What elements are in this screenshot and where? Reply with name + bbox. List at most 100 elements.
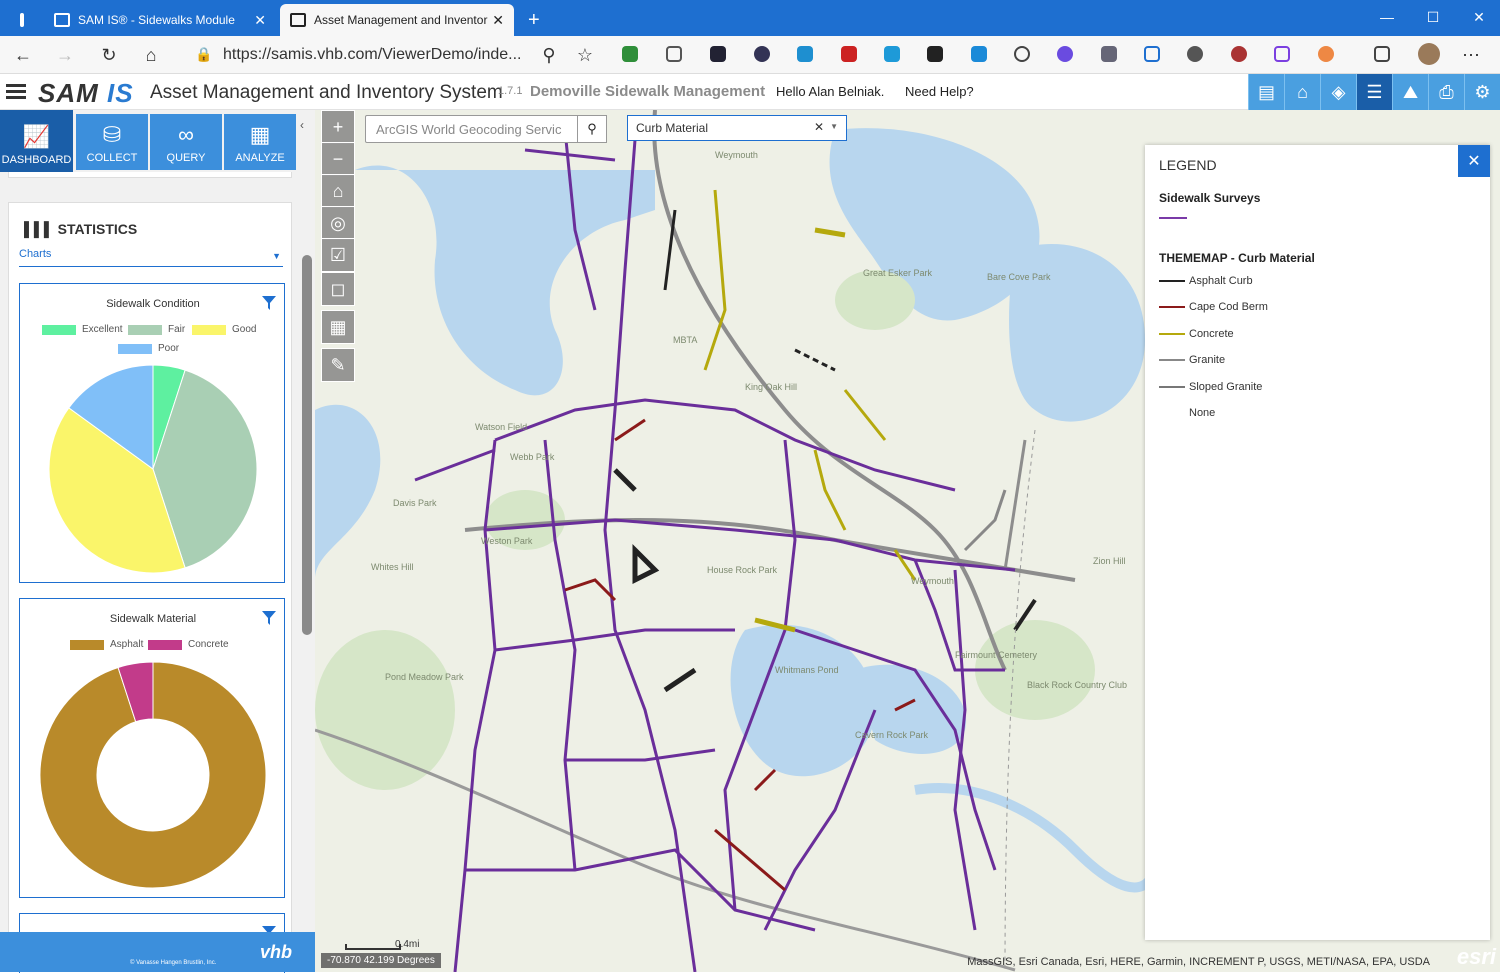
hamburger-menu-icon[interactable]: [6, 84, 26, 100]
lock-icon: 🔒: [195, 46, 213, 62]
map-label: House Rock Park: [707, 565, 778, 575]
extension-icon[interactable]: [884, 46, 900, 62]
map-label: Weymouth: [715, 150, 758, 160]
extension-icon[interactable]: [710, 46, 726, 62]
forward-icon[interactable]: →: [52, 43, 78, 67]
legend-item[interactable]: Asphalt: [70, 639, 143, 650]
extension-icon[interactable]: [1057, 46, 1073, 62]
legend-list-icon[interactable]: ☰: [1356, 74, 1392, 110]
app-version: 1.7.1: [498, 85, 523, 97]
zoom-in-button[interactable]: +: [321, 110, 355, 144]
charts-select[interactable]: Charts ▼: [19, 245, 283, 267]
app-subtitle: Demoville Sidewalk Management: [530, 83, 766, 100]
map-label: King Oak Hill: [745, 382, 798, 392]
extension-icon[interactable]: [1014, 46, 1030, 62]
print-icon[interactable]: ⎙: [1428, 74, 1464, 110]
extension-icon[interactable]: [1231, 46, 1247, 62]
map-attribution: MassGIS, Esri Canada, Esri, HERE, Garmin…: [967, 956, 1430, 968]
legend-item[interactable]: Poor: [118, 343, 179, 354]
extension-layers-icon[interactable]: [927, 46, 943, 62]
collections-icon[interactable]: [1374, 46, 1390, 62]
zoom-out-button[interactable]: −: [321, 142, 355, 176]
report-icon[interactable]: ▤: [1248, 74, 1284, 110]
collapse-panel-icon[interactable]: ‹: [300, 118, 304, 132]
tab-asset-management[interactable]: Asset Management and Inventor ✕: [280, 4, 514, 36]
close-icon[interactable]: ✕: [1458, 145, 1490, 177]
tab-label: SAM IS® - Sidewalks Module: [78, 13, 235, 27]
tab-actions-icon[interactable]: [10, 4, 38, 36]
nav-analyze-button[interactable]: ▦ ANALYZE: [224, 114, 296, 170]
extension-play-icon[interactable]: [1144, 46, 1160, 62]
browser-tabbar: SAM IS® - Sidewalks Module ✕ Asset Manag…: [0, 0, 1500, 36]
statistics-card: ▌▌▌ STATISTICS Charts ▼ Sidewalk Conditi…: [8, 202, 292, 973]
more-menu-icon[interactable]: ⋯: [1458, 43, 1484, 67]
legend-item[interactable]: Fair: [128, 324, 185, 335]
legend-item[interactable]: Good: [192, 324, 256, 335]
header-toolbar: ▤ ⌂ ◈ ☰ ⛰ ⎙ ⚙: [1248, 74, 1500, 110]
extension-icon[interactable]: [1318, 46, 1334, 62]
clear-icon[interactable]: ✕: [814, 120, 824, 134]
layers-icon[interactable]: ◈: [1320, 74, 1356, 110]
nav-collect-button[interactable]: ⛁ COLLECT: [76, 114, 148, 170]
basemap-icon[interactable]: ⛰: [1392, 74, 1428, 110]
extension-icon[interactable]: [1274, 46, 1290, 62]
thememap-layer-select[interactable]: Curb Material ✕ ▼: [627, 115, 847, 141]
home-icon[interactable]: ⌂: [138, 43, 164, 67]
browser-toolbar: ← → ↻ ⌂ 🔒 https://samis.vhb.com/ViewerDe…: [0, 36, 1500, 74]
chevron-down-icon[interactable]: ▼: [830, 122, 838, 131]
extension-icon[interactable]: [754, 46, 770, 62]
back-icon[interactable]: ←: [10, 43, 36, 67]
map-label: Bare Cove Park: [987, 272, 1051, 282]
legend-item: Asphalt Curb: [1159, 275, 1253, 287]
map-label: Weymouth: [911, 576, 954, 586]
nav-tile-label: QUERY: [166, 152, 206, 164]
sidewalk-condition-chart: Sidewalk Condition Excellent Fair Good P…: [19, 283, 285, 583]
url-text: https://samis.vhb.com/ViewerDemo/inde...: [223, 46, 522, 63]
user-greeting[interactable]: Hello Alan Belniak.: [776, 84, 884, 99]
legend-item[interactable]: Excellent: [42, 324, 123, 335]
left-panel: 📈 DASHBOARD ⛁ COLLECT ∞ QUERY ▦ ANALYZE …: [0, 110, 315, 973]
previous-card: [8, 172, 292, 178]
chart-title: Sidewalk Condition: [106, 298, 200, 310]
favorite-icon[interactable]: ☆: [572, 43, 598, 67]
search-icon[interactable]: ⚲: [577, 115, 607, 143]
panel-footer: © Vanasse Hangen Brustlin, Inc. vhb: [0, 932, 315, 972]
extension-icon[interactable]: [1187, 46, 1203, 62]
select-icon[interactable]: ☑: [321, 238, 355, 272]
filter-icon[interactable]: [262, 611, 276, 625]
settings-gear-icon[interactable]: ⚙: [1464, 74, 1500, 110]
measure-icon[interactable]: ✎: [321, 348, 355, 382]
extension-icon[interactable]: [971, 46, 987, 62]
home-extent-icon[interactable]: ⌂: [321, 174, 355, 208]
grid-icon[interactable]: ▦: [321, 310, 355, 344]
survey-line-swatch: [1159, 217, 1187, 219]
app-title: Asset Management and Inventory System: [150, 82, 503, 103]
tab-sidewalks-module[interactable]: SAM IS® - Sidewalks Module ✕: [44, 4, 276, 36]
reload-icon[interactable]: ↻: [96, 43, 122, 67]
map-label: Davis Park: [393, 498, 437, 508]
close-icon[interactable]: ✕: [254, 12, 266, 29]
profile-avatar[interactable]: [1418, 43, 1440, 65]
help-link[interactable]: Need Help?: [905, 84, 974, 99]
zoom-icon[interactable]: ⚲: [536, 43, 562, 67]
minimize-icon[interactable]: —: [1364, 2, 1410, 32]
extension-pocket-icon[interactable]: [666, 46, 682, 62]
extension-evernote-icon[interactable]: [622, 46, 638, 62]
new-tab-button[interactable]: +: [518, 4, 550, 36]
maximize-icon[interactable]: ☐: [1410, 2, 1456, 32]
window-close-icon[interactable]: ✕: [1456, 2, 1500, 32]
nav-dashboard-button[interactable]: 📈 DASHBOARD: [0, 110, 73, 172]
extension-icon[interactable]: [841, 46, 857, 62]
nav-query-button[interactable]: ∞ QUERY: [150, 114, 222, 170]
legend-item[interactable]: Concrete: [148, 639, 229, 650]
geocoder-search-input[interactable]: ArcGIS World Geocoding Servic: [365, 115, 605, 143]
filter-icon[interactable]: [262, 296, 276, 310]
extension-icon[interactable]: [797, 46, 813, 62]
close-icon[interactable]: ✕: [492, 12, 504, 29]
nav-tile-label: ANALYZE: [235, 152, 285, 164]
clear-selection-icon[interactable]: ◻: [321, 272, 355, 306]
panel-scrollbar[interactable]: [302, 255, 312, 635]
locate-icon[interactable]: ◎: [321, 206, 355, 240]
home-icon[interactable]: ⌂: [1284, 74, 1320, 110]
extension-dropbox-icon[interactable]: [1101, 46, 1117, 62]
